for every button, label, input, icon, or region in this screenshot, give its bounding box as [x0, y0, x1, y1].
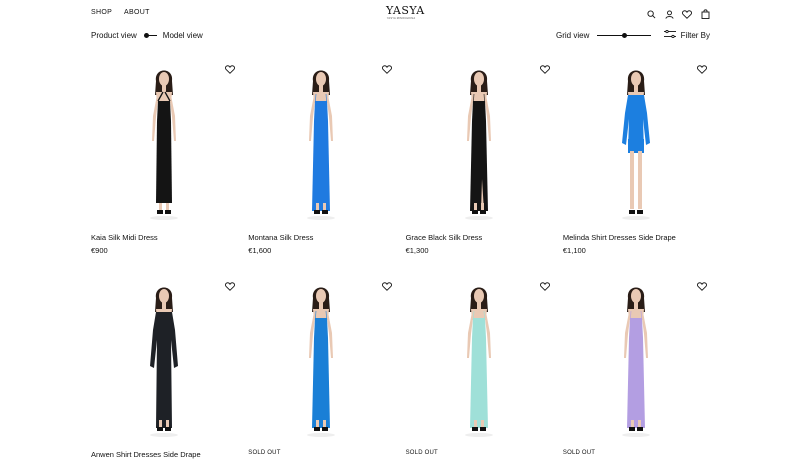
- wishlist-heart-icon[interactable]: [539, 61, 550, 74]
- site-header: SHOP ABOUT YASYA YASYA MINOCHKINA: [0, 0, 800, 28]
- product-name[interactable]: Anwen Shirt Dresses Side Drape: [91, 450, 237, 459]
- product-image[interactable]: [91, 272, 237, 442]
- product-grid: Kaia Silk Midi Dress €900 Montana Silk D…: [91, 55, 710, 461]
- product-name[interactable]: Kaia Silk Midi Dress: [91, 233, 237, 242]
- wishlist-heart-icon[interactable]: [539, 278, 550, 291]
- product-card[interactable]: Grace Black Silk Dress €1,300: [405, 55, 552, 260]
- filter-button[interactable]: Filter By: [663, 29, 710, 40]
- product-image[interactable]: [405, 272, 552, 442]
- logo-mark: YASYA: [386, 4, 425, 17]
- product-view-label[interactable]: Product view: [91, 31, 137, 40]
- search-icon[interactable]: [646, 9, 656, 19]
- nav-about-link[interactable]: ABOUT: [124, 9, 150, 16]
- wishlist-heart-icon[interactable]: [696, 278, 707, 291]
- model-photo: [134, 278, 194, 442]
- logo-tagline: YASYA MINOCHKINA: [386, 17, 416, 20]
- model-photo: [291, 61, 351, 225]
- model-view-label[interactable]: Model view: [163, 31, 203, 40]
- sold-out-badge: SOLD OUT: [405, 450, 438, 456]
- product-image[interactable]: [248, 55, 395, 225]
- product-card[interactable]: SOLD OUT: [405, 272, 552, 461]
- grid-view-control: Grid view: [556, 30, 652, 40]
- model-photo: [606, 278, 666, 442]
- product-image[interactable]: [248, 272, 395, 442]
- product-price: €1,600: [248, 246, 272, 255]
- wishlist-heart-icon[interactable]: [225, 278, 235, 291]
- wishlist-heart-icon[interactable]: [382, 278, 393, 291]
- wishlist-heart-icon[interactable]: [225, 61, 235, 74]
- grid-view-label: Grid view: [556, 30, 590, 40]
- wishlist-icon[interactable]: [682, 9, 692, 19]
- filter-icon: [663, 29, 676, 40]
- sold-out-badge: SOLD OUT: [562, 450, 596, 456]
- product-image[interactable]: [562, 272, 709, 442]
- grid-size-slider[interactable]: [597, 30, 652, 40]
- listing-toolbar: Product view Model view Grid view Filter…: [0, 28, 800, 44]
- product-image[interactable]: [562, 55, 709, 225]
- view-toggle: Product view Model view: [91, 30, 203, 40]
- model-photo: [449, 61, 509, 225]
- product-price: €1,300: [405, 246, 429, 255]
- product-card[interactable]: Melinda Shirt Dresses Side Drape €1,100: [562, 55, 709, 260]
- main-nav: SHOP ABOUT: [91, 9, 150, 16]
- product-name[interactable]: Montana Silk Dress: [248, 233, 394, 242]
- model-photo: [449, 278, 509, 442]
- product-price: €1,100: [562, 246, 586, 255]
- wishlist-heart-icon[interactable]: [696, 61, 707, 74]
- filter-label: Filter By: [680, 30, 710, 40]
- model-photo: [134, 61, 194, 225]
- product-card[interactable]: Kaia Silk Midi Dress €900: [91, 55, 237, 260]
- sold-out-badge: SOLD OUT: [248, 450, 281, 456]
- product-price: €900: [91, 246, 108, 255]
- nav-shop-link[interactable]: SHOP: [91, 9, 112, 16]
- product-card[interactable]: SOLD OUT: [248, 272, 395, 461]
- product-card[interactable]: Montana Silk Dress €1,600: [248, 55, 395, 260]
- product-image[interactable]: [405, 55, 552, 225]
- view-toggle-switch[interactable]: [143, 30, 157, 40]
- header-actions: [646, 9, 710, 19]
- account-icon[interactable]: [664, 9, 674, 19]
- product-image[interactable]: [91, 55, 237, 225]
- product-name[interactable]: Grace Black Silk Dress: [406, 233, 552, 242]
- product-name[interactable]: Melinda Shirt Dresses Side Drape: [563, 233, 709, 242]
- model-photo: [606, 61, 666, 225]
- product-card[interactable]: Anwen Shirt Dresses Side Drape: [91, 272, 237, 461]
- bag-icon[interactable]: [700, 9, 710, 19]
- slider-thumb[interactable]: [621, 32, 627, 38]
- wishlist-heart-icon[interactable]: [382, 61, 393, 74]
- brand-logo[interactable]: YASYA YASYA MINOCHKINA: [386, 4, 425, 20]
- model-photo: [291, 278, 351, 442]
- product-card[interactable]: SOLD OUT: [562, 272, 709, 461]
